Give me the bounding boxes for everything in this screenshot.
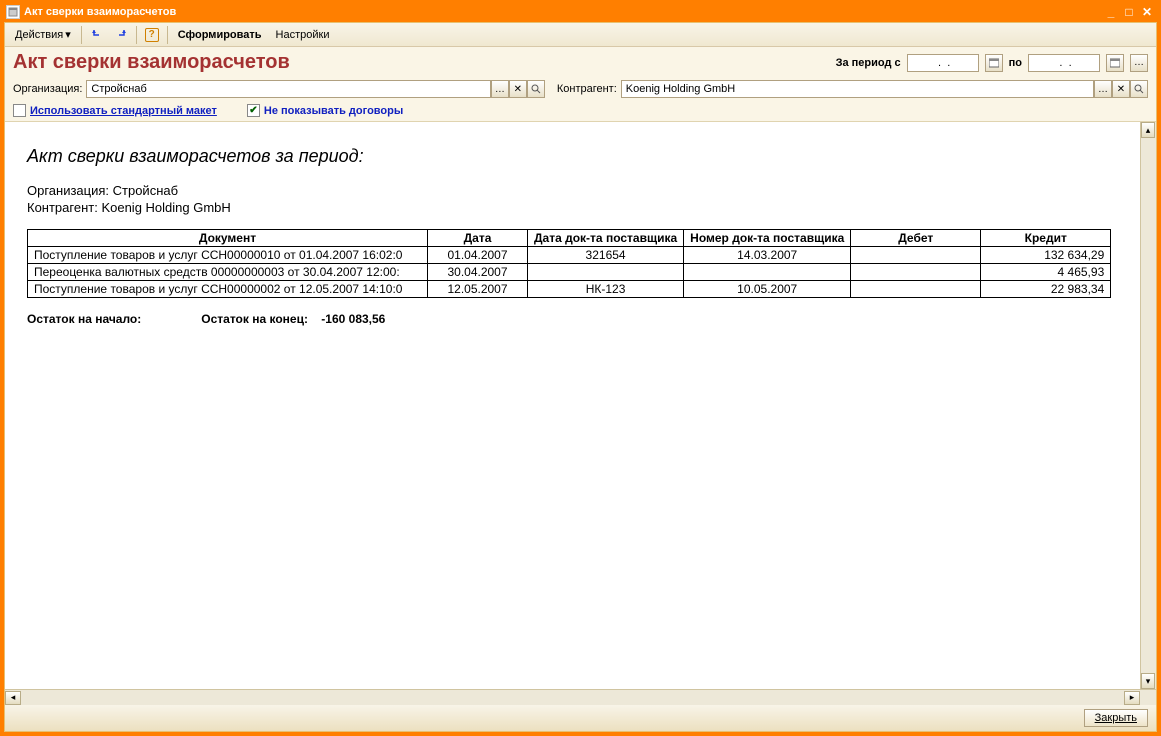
checkbox-checked-icon: ✔ — [247, 104, 260, 117]
col-supplier-date: Дата док-та поставщика — [528, 230, 684, 247]
balance-end-value: -160 083,56 — [321, 312, 385, 326]
org-input[interactable]: Стройснаб — [86, 80, 490, 98]
close-button[interactable]: ✕ — [1139, 5, 1155, 19]
cell-doc: Поступление товаров и услуг ССН00000002 … — [28, 281, 428, 298]
search-icon — [531, 84, 541, 94]
cell-date: 30.04.2007 — [428, 264, 528, 281]
cell-sup-date: 321654 — [528, 247, 684, 264]
col-document: Документ — [28, 230, 428, 247]
client-area: Действия ▾ ? Сформировать Настройки Акт … — [4, 22, 1157, 732]
col-credit: Кредит — [981, 230, 1111, 247]
date-to-picker-button[interactable] — [1106, 54, 1124, 72]
period-select-button[interactable]: … — [1130, 54, 1148, 72]
nav-forward-button[interactable] — [110, 25, 132, 45]
filter-row: Организация: Стройснаб … ✕ Контрагент: K… — [5, 78, 1156, 102]
window-title: Акт сверки взаиморасчетов — [24, 6, 1101, 18]
help-icon: ? — [145, 28, 159, 42]
help-button[interactable]: ? — [141, 25, 163, 45]
search-icon — [1134, 84, 1144, 94]
table-row: Переоценка валютных средств 00000000003 … — [28, 264, 1111, 281]
use-std-layout-option[interactable]: Использовать стандартный макет — [13, 104, 217, 117]
app-icon — [6, 5, 20, 19]
toolbar-separator — [167, 26, 168, 44]
date-from-input[interactable] — [907, 54, 979, 72]
counter-input[interactable]: Koenig Holding GmbH — [621, 80, 1094, 98]
cell-sup-date — [528, 264, 684, 281]
toolbar-separator — [81, 26, 82, 44]
cell-sup-num: 14.03.2007 — [684, 247, 851, 264]
cell-sup-num: 10.05.2007 — [684, 281, 851, 298]
report-org-line: Организация: Стройснаб — [27, 183, 1134, 198]
header-row: Акт сверки взаиморасчетов За период с по… — [5, 47, 1156, 78]
vertical-scrollbar[interactable]: ▴ ▾ — [1140, 122, 1156, 689]
report-area: Акт сверки взаиморасчетов за период: Орг… — [5, 122, 1156, 705]
scroll-right-button[interactable]: ▸ — [1124, 691, 1140, 705]
toolbar: Действия ▾ ? Сформировать Настройки — [5, 23, 1156, 47]
org-label: Организация: — [13, 83, 82, 95]
minimize-button[interactable]: _ — [1103, 5, 1119, 19]
scroll-left-button[interactable]: ◂ — [5, 691, 21, 705]
cell-debit — [851, 264, 981, 281]
horizontal-scrollbar[interactable]: ◂ ▸ — [5, 689, 1156, 705]
scroll-down-button[interactable]: ▾ — [1141, 673, 1155, 689]
table-row: Поступление товаров и услуг ССН00000010 … — [28, 247, 1111, 264]
cell-credit: 132 634,29 — [981, 247, 1111, 264]
cell-date: 01.04.2007 — [428, 247, 528, 264]
col-debit: Дебет — [851, 230, 981, 247]
date-from-picker-button[interactable] — [985, 54, 1003, 72]
balance-row: Остаток на начало: Остаток на конец: -16… — [27, 312, 1134, 326]
cell-sup-date: НК-123 — [528, 281, 684, 298]
window: Акт сверки взаиморасчетов _ □ ✕ Действия… — [0, 0, 1161, 736]
maximize-button[interactable]: □ — [1121, 5, 1137, 19]
cell-debit — [851, 247, 981, 264]
report-table: Документ Дата Дата док-та поставщика Ном… — [27, 229, 1111, 298]
nav-back-button[interactable] — [86, 25, 108, 45]
titlebar: Акт сверки взаиморасчетов _ □ ✕ — [4, 4, 1157, 22]
settings-button[interactable]: Настройки — [270, 27, 336, 43]
counter-label: Контрагент: — [557, 83, 617, 95]
form-button[interactable]: Сформировать — [172, 27, 268, 43]
use-std-layout-label: Использовать стандартный макет — [30, 105, 217, 117]
org-select-button[interactable]: … — [491, 80, 509, 98]
cell-debit — [851, 281, 981, 298]
counter-search-button[interactable] — [1130, 80, 1148, 98]
report-title: Акт сверки взаиморасчетов за период: — [27, 146, 1134, 167]
cell-doc: Поступление товаров и услуг ССН00000010 … — [28, 247, 428, 264]
date-to-input[interactable] — [1028, 54, 1100, 72]
options-row: Использовать стандартный макет ✔ Не пока… — [5, 102, 1156, 122]
table-row: Поступление товаров и услуг ССН00000002 … — [28, 281, 1111, 298]
period-to-label: по — [1009, 57, 1022, 69]
chevron-down-icon: ▾ — [65, 28, 71, 41]
balance-start-label: Остаток на начало: — [27, 312, 141, 326]
footer: Закрыть — [5, 705, 1156, 731]
report-content: Акт сверки взаиморасчетов за период: Орг… — [5, 122, 1156, 689]
checkbox-unchecked-icon — [13, 104, 26, 117]
cell-credit: 22 983,34 — [981, 281, 1111, 298]
org-search-button[interactable] — [527, 80, 545, 98]
hide-contracts-label: Не показывать договоры — [264, 105, 403, 117]
cell-sup-num — [684, 264, 851, 281]
balance-end-label: Остаток на конец: — [201, 312, 308, 326]
counter-clear-button[interactable]: ✕ — [1112, 80, 1130, 98]
col-date: Дата — [428, 230, 528, 247]
scroll-up-button[interactable]: ▴ — [1141, 122, 1155, 138]
cell-credit: 4 465,93 — [981, 264, 1111, 281]
col-supplier-num: Номер док-та поставщика — [684, 230, 851, 247]
actions-menu[interactable]: Действия ▾ — [9, 26, 77, 43]
toolbar-separator — [136, 26, 137, 44]
cell-date: 12.05.2007 — [428, 281, 528, 298]
cell-doc: Переоценка валютных средств 00000000003 … — [28, 264, 428, 281]
calendar-icon — [1110, 58, 1120, 68]
calendar-icon — [989, 58, 999, 68]
period-from-label: За период с — [836, 57, 901, 69]
hide-contracts-option[interactable]: ✔ Не показывать договоры — [247, 104, 403, 117]
close-form-button[interactable]: Закрыть — [1084, 709, 1148, 727]
page-title: Акт сверки взаиморасчетов — [13, 51, 830, 74]
org-clear-button[interactable]: ✕ — [509, 80, 527, 98]
actions-label: Действия — [15, 29, 63, 41]
counter-select-button[interactable]: … — [1094, 80, 1112, 98]
report-counter-line: Контрагент: Koenig Holding GmbH — [27, 200, 1134, 215]
